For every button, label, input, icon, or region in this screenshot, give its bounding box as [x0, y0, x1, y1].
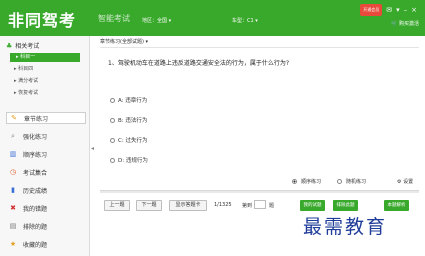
purchase-label: 购买激活	[398, 21, 419, 27]
answer-card-button[interactable]: 显示答题卡	[169, 200, 207, 211]
sidebar-nav-item[interactable]: ✖ 我的错题	[6, 202, 86, 214]
sidebar-nav-label: 我的错题	[23, 205, 48, 213]
sidebar-nav-label: 考试集合	[23, 169, 48, 177]
sidebar-item-resume-exam[interactable]: ▸ 恢复考试	[14, 89, 38, 96]
sidebar-nav-item[interactable]: ▥ 顺序练习	[6, 148, 86, 160]
radio-icon	[110, 137, 115, 143]
related-exams-label: 相关考试	[15, 43, 40, 50]
star-icon: ★	[9, 240, 17, 248]
close-icon[interactable]: ×	[411, 5, 417, 15]
radio-icon	[110, 117, 115, 123]
jump-suffix: 题	[269, 203, 275, 209]
sidebar-nav-item[interactable]: ▮ 历史成绩	[6, 184, 86, 196]
mail-icon[interactable]: ✉	[386, 5, 392, 15]
bar-chart-icon: ▮	[11, 186, 15, 194]
trash-icon: ▤	[9, 222, 17, 230]
sidebar-nav-item[interactable]: ★ 收藏的题	[6, 238, 86, 250]
next-question-button[interactable]: 下一题	[136, 200, 162, 211]
purchase-link[interactable]: 🛒 购买激活	[391, 20, 419, 27]
related-exams-header[interactable]: ♣ 相关考试	[6, 41, 40, 51]
sidebar-nav-label: 顺序练习	[23, 151, 48, 159]
sequential-label: 顺序练习	[301, 179, 322, 185]
watermark-text: 最需教育	[303, 216, 388, 238]
sidebar-nav-label: 收藏的题	[23, 241, 48, 249]
app-window: 非同驾考 智能考试 地区：全国 ▾ 车型：C1 ▾ 开通会员 ✉ ▾ – × 🛒…	[0, 0, 425, 256]
sidebar-nav-label: 强化练习	[23, 133, 48, 141]
sidebar-item-subject-one[interactable]: ▸ 科目一	[10, 53, 80, 62]
x-mark-icon: ✖	[10, 204, 16, 212]
tab-smart-exam[interactable]: 智能考试	[98, 13, 130, 24]
exclude-question-button[interactable]: 排除此题	[333, 200, 358, 211]
random-label: 随机练习	[346, 179, 367, 185]
sidebar-item-subject-four[interactable]: ▸ 科目四	[14, 65, 33, 72]
region-select[interactable]: 地区：全国 ▾	[142, 17, 171, 24]
sidebar-nav-label: 排除的题	[23, 223, 48, 231]
radio-icon	[110, 97, 115, 103]
cart-icon: 🛒	[391, 21, 398, 27]
sidebar: ♣ 相关考试 ▸ 科目一 ▸ 科目四 ▸ 满分考试 ▸ 恢复考试 ✎ 章节练习 ⌕ 强…	[0, 36, 90, 256]
option-c[interactable]: C: 过失行为	[110, 136, 147, 144]
clock-icon: ◷	[9, 168, 17, 176]
sidebar-nav-item[interactable]: ⌕ 强化练习	[6, 130, 86, 142]
sequential-radio[interactable]	[292, 179, 297, 184]
settings-button[interactable]: ⚙ 设置	[397, 178, 413, 185]
my-questions-button[interactable]: 我的试题	[300, 200, 325, 211]
sidebar-collapse-icon[interactable]: ◂	[91, 145, 94, 152]
top-bar: 非同驾考 智能考试 地区：全国 ▾ 车型：C1 ▾ 开通会员 ✉ ▾ – × 🛒…	[0, 0, 425, 36]
app-logo: 非同驾考	[8, 11, 77, 30]
jump-label: 第到	[242, 203, 253, 209]
explanation-button[interactable]: 本题解析	[384, 200, 409, 211]
sidebar-item-full-score-exam[interactable]: ▸ 满分考试	[14, 77, 38, 84]
option-b[interactable]: B: 违法行为	[110, 116, 147, 124]
vip-button[interactable]: 开通会员	[360, 4, 383, 16]
question-progress: 1/1325	[214, 202, 232, 208]
pencil-icon: ✎	[11, 114, 17, 122]
tree-icon: ♣	[6, 41, 13, 50]
option-a[interactable]: A: 违章行为	[110, 96, 147, 104]
prev-question-button[interactable]: 上一题	[104, 200, 130, 211]
sidebar-nav-item[interactable]: ✎ 章节练习	[6, 112, 86, 124]
chapter-breadcrumb[interactable]: 章节练习(全部试题) ▾	[100, 38, 419, 48]
car-type-select[interactable]: 车型：C1 ▾	[232, 17, 258, 24]
menu-icon[interactable]: ▾	[396, 5, 400, 15]
content-divider	[100, 190, 419, 193]
option-d[interactable]: D: 违规行为	[110, 156, 148, 164]
search-icon: ⌕	[11, 131, 15, 140]
sidebar-nav-label: 历史成绩	[23, 187, 48, 195]
sidebar-nav-item[interactable]: ◷ 考试集合	[6, 166, 86, 178]
minimize-icon[interactable]: –	[404, 5, 408, 15]
window-controls: 开通会员 ✉ ▾ – ×	[360, 4, 417, 16]
books-icon: ▥	[9, 150, 17, 158]
question-text: 1、驾驶机动车在道路上违反道路交通安全法的行为，属于什么行为?	[108, 60, 290, 67]
radio-icon	[110, 157, 115, 163]
jump-input[interactable]	[254, 200, 266, 209]
sidebar-nav-label: 章节练习	[24, 115, 49, 123]
practice-mode-selector: 顺序练习 随机练习	[292, 178, 366, 185]
sidebar-nav-item[interactable]: ▤ 排除的题	[6, 220, 86, 232]
random-radio[interactable]	[337, 179, 343, 184]
